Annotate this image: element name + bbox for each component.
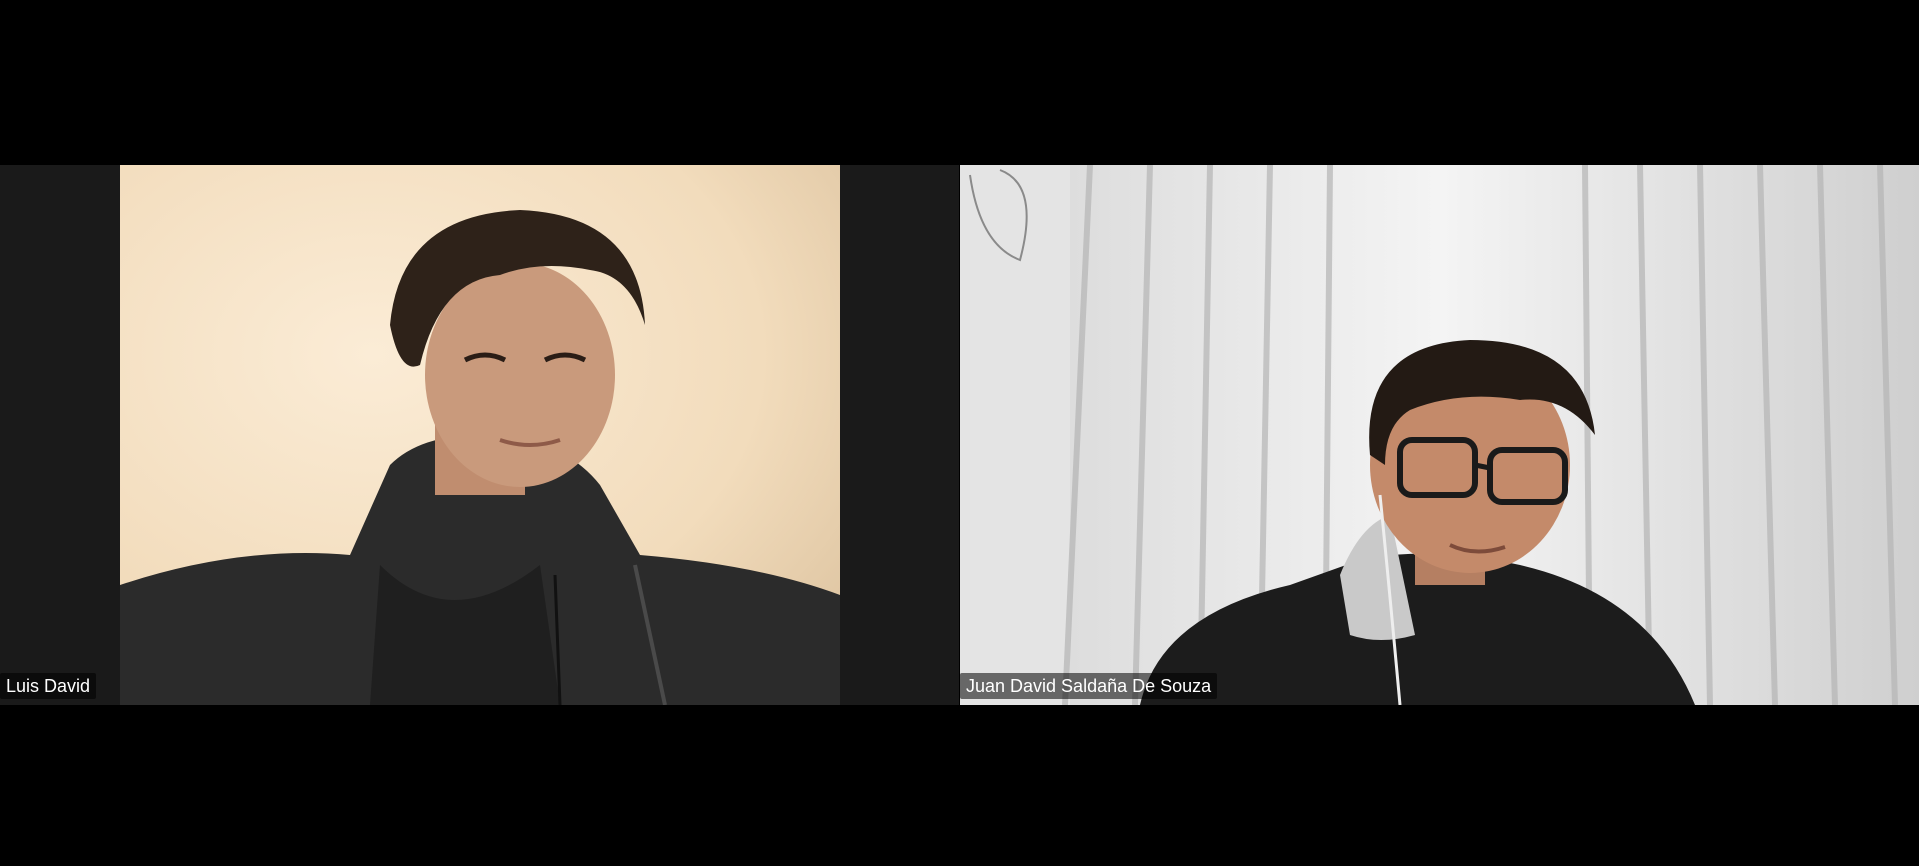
participant-video-luis-david (120, 165, 840, 705)
participant-tile-luis-david[interactable]: Luis David (0, 165, 959, 705)
participant-name-label: Luis David (0, 673, 97, 699)
video-frame (960, 165, 1919, 705)
participant-name-label: Juan David Saldaña De Souza (960, 673, 1218, 699)
video-frame (120, 165, 840, 705)
meeting-gallery-view: Luis David Juan David Saldaña De Souza (0, 0, 1919, 866)
participant-video-juan-david (960, 165, 1919, 705)
participant-tile-juan-david[interactable]: Juan David Saldaña De Souza (960, 165, 1919, 705)
